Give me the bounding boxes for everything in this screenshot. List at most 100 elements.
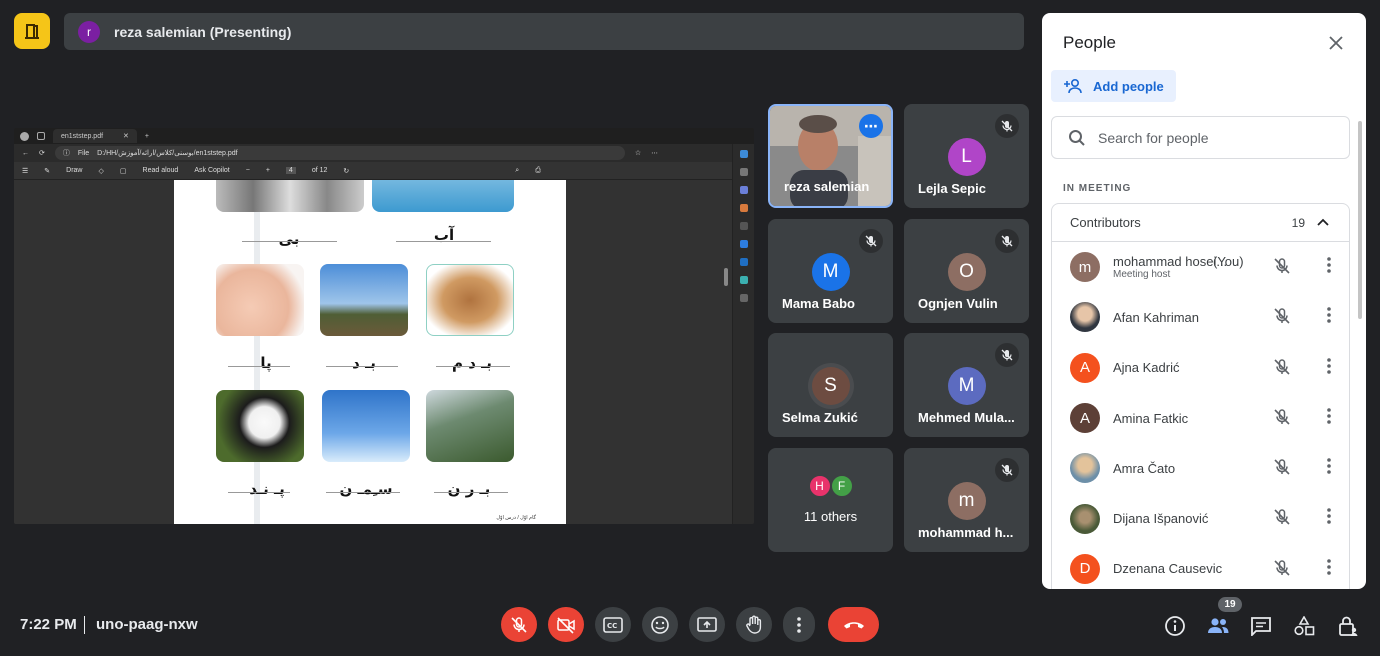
host-controls-button[interactable] (1336, 614, 1360, 638)
more-vert-icon[interactable] (1327, 408, 1331, 424)
participant-row[interactable]: Amra Čato (1052, 443, 1349, 493)
tile-name: Mama Babo (782, 296, 855, 311)
avatar: H (807, 474, 832, 498)
activities-button[interactable] (1292, 614, 1316, 638)
mic-off-icon[interactable] (1273, 257, 1291, 275)
presenter-label: reza salemian (Presenting) (114, 23, 292, 40)
participant-role: Meeting host (1113, 269, 1171, 281)
add-people-button[interactable]: Add people (1051, 70, 1176, 102)
participant-row[interactable]: Afan Kahriman (1052, 292, 1349, 342)
mic-toggle-button[interactable] (501, 607, 537, 642)
presenter-avatar: r (78, 20, 100, 43)
tile-mohammad-h[interactable]: m mohammad h... (904, 448, 1029, 552)
camera-toggle-button[interactable] (548, 607, 584, 642)
tile-lejla-sepic[interactable]: L Lejla Sepic (904, 104, 1029, 208)
tile-reza-salemian[interactable]: ⋯ reza salemian (768, 104, 893, 208)
participant-row[interactable]: A Amina Fatkic (1052, 393, 1349, 443)
zoom-out-icon: − (245, 167, 250, 174)
avatar: m (1070, 252, 1100, 283)
participant-row[interactable]: Dijana Išpanović (1052, 493, 1349, 543)
avatar: L (947, 138, 986, 176)
contributors-header[interactable]: Contributors 19 (1052, 204, 1349, 242)
more-options-button[interactable] (783, 607, 815, 642)
word-line (396, 241, 491, 242)
pdf-page: بی آب پا بـ د بـ د م پـ نـد سـِمـ ن بـ ر… (174, 180, 566, 524)
others-avatars: H F (807, 474, 854, 498)
drop-icon (739, 276, 748, 284)
people-panel: People Add people IN MEETING Contributor… (1042, 13, 1366, 589)
word-line (228, 492, 290, 493)
contributors-count: 19 (1291, 215, 1305, 230)
mic-off-icon[interactable] (1273, 559, 1291, 577)
tile-name: Selma Zukić (782, 410, 858, 425)
new-tab-icon: + (144, 132, 149, 140)
captions-button[interactable]: CC (595, 607, 631, 642)
meeting-logo-button[interactable] (14, 13, 50, 49)
draw-icon: ✎ (44, 167, 51, 175)
tile-mama-babo[interactable]: M Mama Babo (768, 219, 893, 323)
tile-selma-zukic[interactable]: S Selma Zukić (768, 333, 893, 437)
read-aloud-label: Read aloud (142, 167, 179, 174)
raise-hand-button[interactable] (736, 607, 772, 642)
mic-off-icon[interactable] (1273, 408, 1291, 426)
participant-row[interactable]: A Ajna Kadrić (1052, 343, 1349, 393)
shapes-icon (1294, 616, 1315, 636)
logs-image (216, 180, 364, 212)
more-vert-icon[interactable] (1327, 458, 1331, 474)
presenter-bar[interactable]: r reza salemian (Presenting) (64, 13, 1024, 50)
mic-off-icon[interactable] (1273, 508, 1291, 526)
present-button[interactable] (689, 607, 725, 642)
you-label: (You) (1213, 254, 1244, 269)
tile-ognjen-vulin[interactable]: O Ognjen Vulin (904, 219, 1029, 323)
search-box[interactable] (1051, 116, 1350, 159)
search-side-icon (739, 168, 748, 176)
word-bi: بی (278, 230, 300, 248)
divider (84, 616, 85, 634)
tile-11-others[interactable]: H F 11 others (768, 448, 893, 552)
mic-off-icon (511, 616, 527, 633)
mic-off-icon (995, 229, 1019, 253)
search-input[interactable] (1098, 129, 1318, 146)
word-saman: سـِمـ ن (339, 480, 393, 498)
emoji-icon (651, 615, 669, 634)
copilot-icon (739, 150, 748, 158)
word-bad: بـ د (352, 354, 376, 372)
pdf-toolbar: ☰ ✎ Draw ◇ ▢ Read aloud Ask Copilot − + … (14, 162, 754, 180)
panel-scrollbar[interactable] (1358, 121, 1362, 319)
reactions-button[interactable] (642, 607, 678, 642)
more-vert-icon[interactable] (1327, 558, 1331, 575)
edge-icon (739, 240, 748, 248)
meeting-details-button[interactable] (1163, 614, 1187, 638)
shared-screen: en1ststep.pdf ✕ + ← ⟳ ⓘ File D:/HH/بوسنی/… (14, 128, 754, 524)
more-vert-icon[interactable] (1327, 508, 1331, 525)
avatar: D (1070, 553, 1100, 584)
more-vert-icon[interactable] (1327, 357, 1331, 374)
tile-mehmed-mula[interactable]: M Mehmed Mula... (904, 333, 1029, 437)
mic-off-icon[interactable] (1273, 358, 1291, 376)
more-vert-icon[interactable] (1327, 257, 1331, 273)
word-baran: بـ ر ن (447, 480, 491, 498)
browser-tabstrip: en1ststep.pdf ✕ + (14, 128, 754, 144)
mic-off-icon[interactable] (1273, 307, 1291, 325)
almonds-image (426, 264, 514, 336)
captions-icon: CC (603, 616, 623, 633)
more-vert-icon[interactable] (1327, 307, 1331, 324)
contents-icon: ☰ (22, 167, 29, 175)
pdf-scrollbar (724, 268, 728, 286)
mic-off-icon (859, 229, 883, 253)
camera-off-icon (557, 616, 575, 634)
participant-name: Amina Fatkic (1113, 410, 1189, 426)
close-panel-button[interactable] (1324, 31, 1348, 55)
panel-title: People (1063, 33, 1116, 52)
eraser-icon: ◇ (98, 167, 104, 175)
mic-off-icon[interactable] (1273, 458, 1291, 476)
door-icon (25, 24, 39, 39)
participant-row[interactable]: m mohammad hosei... Meeting host (You) (1052, 242, 1349, 292)
people-button[interactable] (1206, 614, 1230, 638)
tile-name: Ognjen Vulin (918, 296, 998, 311)
leave-call-button[interactable] (828, 607, 879, 642)
more-options-icon[interactable]: ⋯ (859, 114, 883, 138)
page-footer: گام اوّل / درس اوّل (496, 515, 536, 521)
participant-row[interactable]: D Dzenana Causevic (1052, 544, 1349, 589)
chat-button[interactable] (1249, 614, 1273, 638)
